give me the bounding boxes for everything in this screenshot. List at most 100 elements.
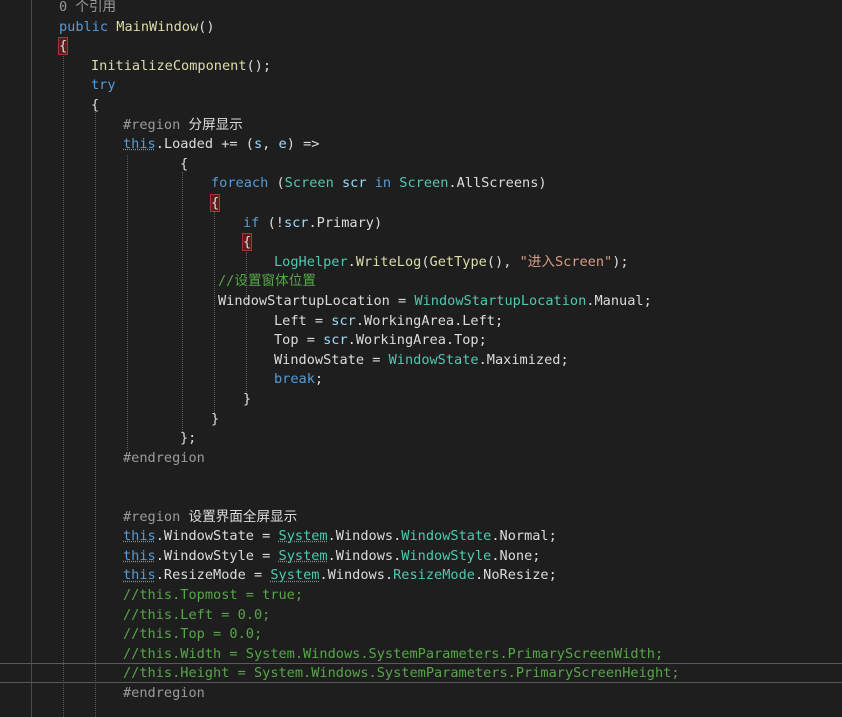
code-token: ; [314, 371, 324, 388]
code-token: this [123, 547, 156, 564]
code-line: { [91, 96, 99, 116]
code-token: .Primary) [308, 214, 383, 231]
code-token: .None; [491, 547, 541, 564]
code-token: .Manual; [586, 293, 652, 309]
code-token: ResizeMode [393, 567, 475, 584]
code-line: //this.Topmost = true; [123, 586, 303, 606]
code-line: WindowStartupLocation = WindowStartupLoc… [218, 292, 652, 312]
code-token: scr [331, 312, 356, 329]
indent-guide [31, 0, 32, 717]
code-token: GetType [429, 253, 487, 270]
code-token: System [278, 547, 328, 564]
code-token: Left = [274, 312, 332, 329]
code-line: { [57, 37, 69, 57]
code-token: Loaded += ( [163, 136, 254, 153]
code-line: //this.Left = 0.0; [123, 606, 270, 626]
code-token: }; [180, 430, 197, 447]
indent-guide [214, 212, 215, 417]
code-token: scr [323, 332, 348, 349]
code-token: { [91, 97, 100, 113]
code-line: } [243, 390, 251, 410]
code-token: () [198, 18, 215, 35]
code-token: WindowStartupLocation = [218, 293, 415, 309]
code-token: Top = [274, 332, 324, 349]
code-token: .WindowState = [155, 528, 279, 545]
code-line: WindowState = WindowState.Maximized; [274, 351, 569, 371]
code-token: } [211, 410, 220, 427]
code-token: ( [421, 253, 430, 270]
code-token: LogHelper [274, 253, 348, 270]
code-token: .WorkingArea.Top; [347, 332, 487, 349]
code-line: Top = scr.WorkingArea.Top; [274, 331, 487, 351]
code-token: WindowStyle [401, 547, 492, 564]
code-token: this [123, 567, 156, 584]
code-token: 设置界面全屏显示 [188, 508, 298, 525]
code-token: .Windows. [327, 528, 402, 545]
code-token: MainWindow [116, 18, 199, 35]
code-token: try [91, 77, 116, 94]
code-token: scr [283, 214, 309, 231]
code-line: //this.Top = 0.0; [123, 625, 262, 645]
code-token: #region [123, 508, 189, 525]
code-line: //设置窗体位置 [218, 272, 316, 292]
code-token: scr [341, 175, 375, 192]
code-line: foreach (Screen scr in Screen.AllScreens… [211, 174, 547, 194]
code-line: LogHelper.WriteLog(GetType(), "进入Screen"… [274, 253, 629, 273]
code-line: this.Loaded += (s, e) => [123, 135, 319, 155]
code-token: #region [123, 116, 189, 133]
indent-guide [63, 56, 64, 717]
code-token: ); [612, 253, 629, 270]
code-token: (); [246, 57, 272, 74]
code-token: Screen [284, 175, 342, 192]
code-token: .Normal; [491, 528, 557, 545]
code-token: #endregion [123, 449, 205, 466]
code-token: this [123, 136, 156, 153]
code-token: foreach [211, 175, 277, 192]
code-line: } [211, 410, 219, 430]
code-token: System [270, 567, 320, 584]
code-token: //this.Topmost = true; [123, 587, 304, 603]
code-token: WindowState [388, 351, 479, 368]
code-line: { [180, 155, 188, 175]
code-token: } [243, 391, 252, 407]
code-line: Left = scr.WorkingArea.Left; [274, 312, 503, 332]
code-line: if (!scr.Primary) [243, 214, 382, 234]
indent-guide [95, 112, 96, 717]
code-token: WindowState = [274, 351, 389, 368]
code-line: { [209, 194, 221, 214]
codelens-reference-count[interactable]: 0 个引用 [59, 0, 116, 18]
code-token: .ResizeMode = [155, 567, 271, 584]
code-token: 分屏显示 [188, 116, 243, 133]
code-token: //设置窗体位置 [218, 273, 316, 290]
indent-guide [127, 155, 128, 450]
code-token: (! [267, 214, 284, 231]
code-token: in [374, 175, 400, 192]
code-token: this [123, 528, 156, 545]
code-token: WindowStartupLocation [414, 293, 587, 309]
code-token: .AllScreens) [448, 175, 547, 192]
code-token: if [243, 214, 268, 231]
code-token: . [155, 136, 164, 153]
code-line: }; [180, 429, 196, 449]
code-token: InitializeComponent [91, 57, 247, 74]
code-token: WindowState [401, 528, 492, 545]
code-token: System [278, 528, 328, 545]
code-token: { [241, 233, 253, 252]
code-token: .Windows. [319, 567, 394, 584]
code-token: .Maximized; [478, 351, 569, 368]
code-line: #region 设置界面全屏显示 [123, 508, 297, 528]
code-token: .Windows. [327, 547, 402, 564]
code-line: //this.Height = System.Windows.SystemPar… [123, 664, 680, 684]
indent-guide [182, 172, 183, 432]
code-line: break; [274, 370, 323, 390]
code-token: //this.Top = 0.0; [123, 626, 263, 643]
code-token: WriteLog [355, 253, 422, 270]
code-line: { [241, 233, 253, 253]
code-line: #endregion [123, 449, 205, 469]
code-token: #endregion [123, 685, 205, 701]
code-token: //this.Height = System.Windows.SystemPar… [123, 665, 680, 682]
code-token: ) => [286, 136, 320, 153]
code-token: //this.Left = 0.0; [123, 606, 271, 623]
code-token: s [253, 136, 263, 153]
code-token: 0 个引用 [59, 0, 117, 15]
